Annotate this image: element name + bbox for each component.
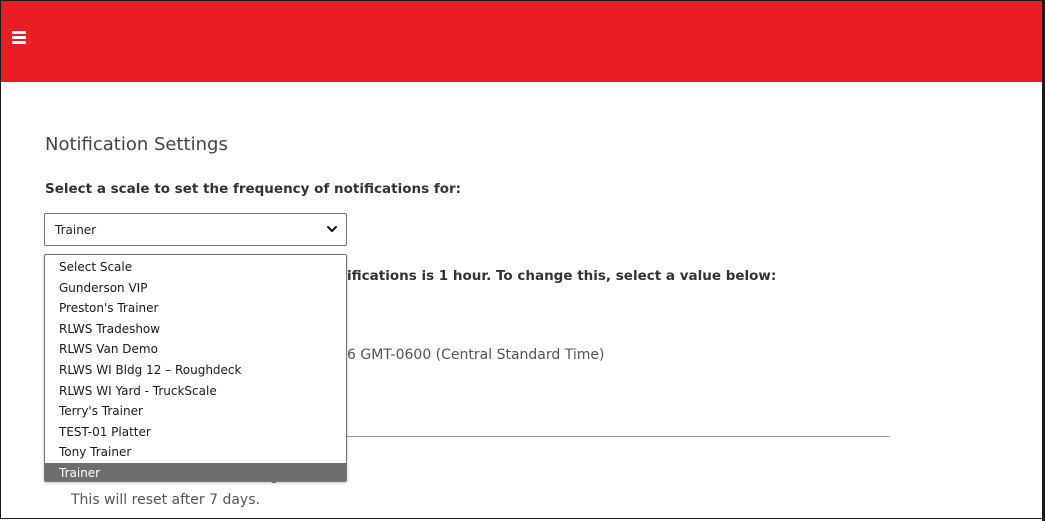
window-frame [0,0,1043,519]
